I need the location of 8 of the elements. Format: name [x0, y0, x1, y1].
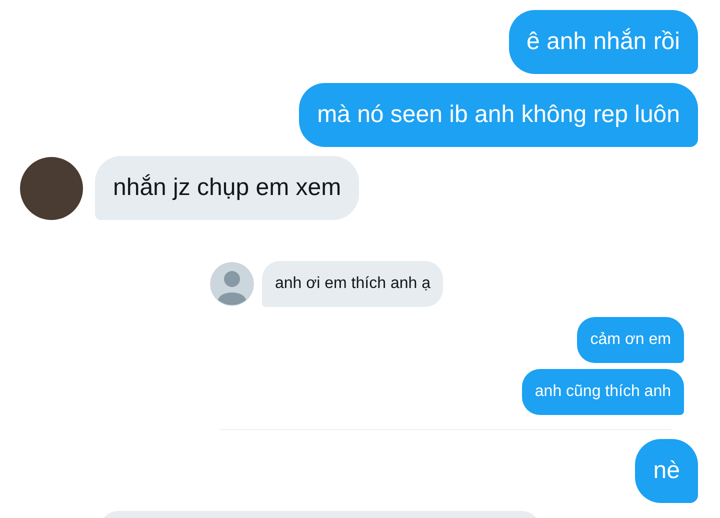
message-bubble: anh ơi em thích anh ạ	[262, 261, 444, 307]
message-bubble: nè	[635, 439, 698, 503]
message-bubble: ê anh nhắn rồi	[508, 10, 698, 74]
message-bubble: cảm ơn em	[577, 317, 684, 363]
message-bubble: mà nó seen ib anh không rep luôn	[299, 83, 698, 147]
default-avatar-icon	[210, 262, 254, 306]
message-bubble: anh cũng thích anh	[522, 369, 684, 415]
message-bubble: nhắn jz chụp em xem	[95, 156, 360, 220]
